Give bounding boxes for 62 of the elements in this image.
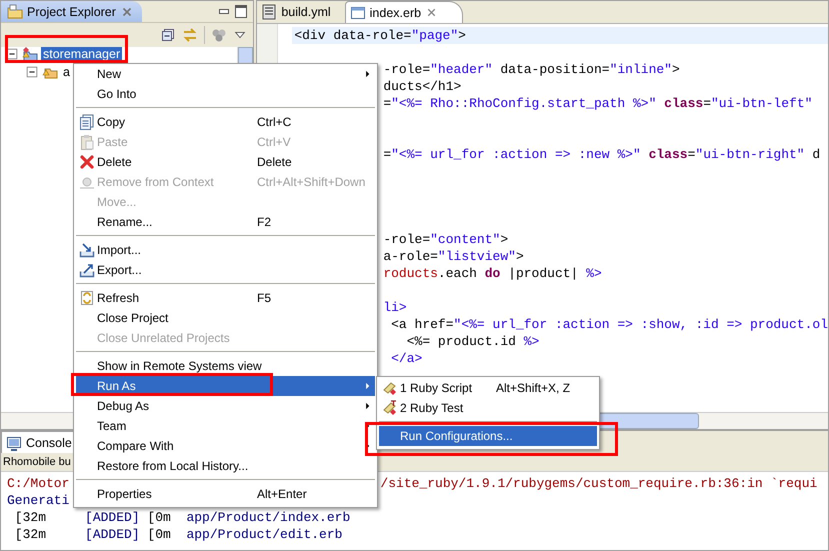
console-icon — [6, 434, 22, 450]
scroll-icon — [382, 400, 398, 416]
console-text: C:/Motor — [7, 476, 70, 491]
menu-item[interactable]: 1 Ruby Script Alt+Shift+X, Z — [379, 378, 597, 398]
import-icon — [78, 242, 94, 258]
menu-item[interactable]: Debug As — [76, 396, 375, 416]
console-text: [32m — [14, 510, 48, 525]
menu-item[interactable]: Copy Ctrl+C — [76, 112, 375, 132]
code-line: ducts</h1> — [383, 78, 462, 95]
delete-icon — [78, 154, 94, 170]
view-tab[interactable]: Project Explorer — [1, 1, 142, 22]
editor-tab[interactable]: build.yml — [257, 1, 345, 23]
menu-item[interactable]: Restore from Local History... — [76, 456, 375, 476]
code-line: roducts.each do |product| %> — [383, 265, 603, 282]
maximize-icon[interactable] — [235, 5, 248, 18]
editor-tab[interactable]: index.erb — [344, 1, 464, 23]
menu-item[interactable]: Show in Remote Systems view — [76, 356, 375, 376]
code-line: <a href="<%= url_for :action => :show, :id => product.ol — [390, 316, 828, 333]
console-text: Generati — [7, 493, 70, 508]
code-line: ="<%= Rho::RhoConfig.start_path %>" class="ui-btn-left" — [383, 95, 814, 112]
code-line: a-role="listview"> — [383, 248, 525, 265]
menu-item[interactable]: Properties Alt+Enter — [76, 484, 375, 504]
menu-item[interactable]: 2 Ruby Test — [379, 398, 597, 418]
folder-icon — [7, 4, 23, 20]
menu-item[interactable]: Delete Delete — [76, 152, 375, 172]
console-text: [32m — [14, 527, 48, 542]
menu-item[interactable]: Go Into — [76, 84, 375, 104]
clipboard-icon — [78, 134, 94, 150]
document-icon — [261, 4, 278, 20]
console-text: [0m — [146, 510, 172, 525]
code-line: <%= product.id %> — [406, 333, 540, 350]
console-text: [ADDED] — [85, 527, 140, 542]
console-text: [0m — [146, 527, 172, 542]
tree-item[interactable]: storemanager — [41, 47, 122, 61]
window-icon — [350, 4, 366, 20]
minimize-icon[interactable] — [219, 9, 230, 14]
code-line: ="<%= url_for :action => :new %>" class="ui-btn-right" d — [383, 146, 822, 163]
menu-item[interactable]: Close Project — [76, 308, 375, 328]
collapse-all-icon[interactable] — [160, 27, 176, 43]
menu-item[interactable]: New — [76, 64, 375, 84]
export-icon — [78, 262, 94, 278]
menu-item[interactable]: Run Configurations... — [379, 426, 597, 446]
menu-item[interactable]: Export... — [76, 260, 375, 280]
menu-item[interactable]: Rename... F2 — [76, 212, 375, 232]
console-text: app/Product/edit.erb — [186, 527, 342, 542]
console-text: [ADDED] — [85, 510, 140, 525]
collapse-icon[interactable] — [25, 65, 39, 79]
copy-icon — [78, 114, 94, 130]
tree-item[interactable]: a — [61, 65, 72, 79]
menu-item[interactable]: Refresh F5 — [76, 288, 375, 308]
console-description: Rhomobile bu — [3, 456, 71, 468]
scroll-icon — [382, 380, 398, 396]
console-text: app/Product/index.erb — [186, 510, 350, 525]
code-line: li> — [383, 299, 408, 316]
code-line: -role="content"> — [383, 231, 510, 248]
menu-item[interactable]: Import... — [76, 240, 375, 260]
refresh-icon — [78, 290, 94, 306]
console-text: /site_ruby/1.9.1/rubygems/custom_require.rb:36:in `requi — [380, 476, 818, 491]
project-folder-icon — [22, 46, 38, 62]
code-line: -role="header" data-position="inline"> — [383, 61, 681, 78]
collapse-icon[interactable] — [5, 47, 19, 61]
code-line: </a> — [390, 350, 424, 367]
